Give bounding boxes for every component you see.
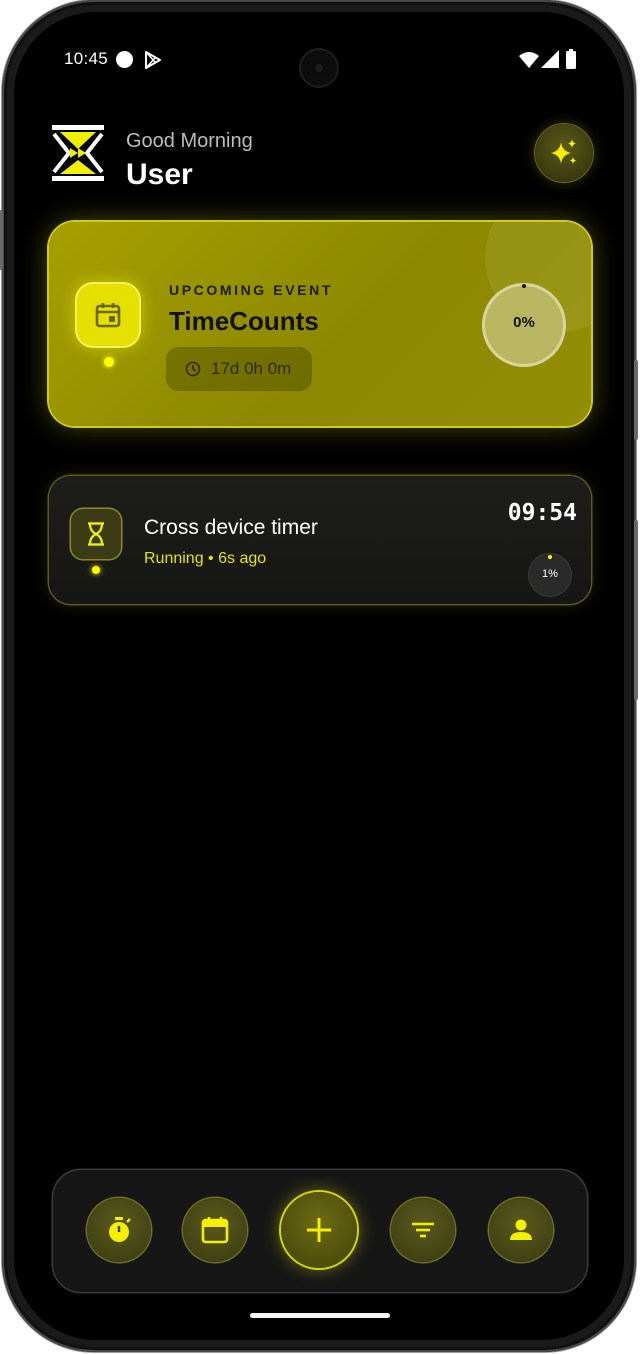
phone-frame: 10:45 Good Morning User UPCOMING EVENT T… — [0, 0, 638, 1352]
username-text: User — [126, 158, 193, 191]
timer-progress-text: 1% — [542, 568, 558, 580]
timer-title: Cross device timer — [144, 516, 318, 539]
timer-status: Running • 6s ago — [144, 550, 267, 567]
play-store-icon — [145, 51, 161, 69]
progress-marker — [522, 284, 526, 288]
profile-icon — [510, 1219, 532, 1240]
hourglass-icon — [88, 522, 104, 546]
nav-calendar-button[interactable] — [183, 1198, 247, 1262]
signal-icon — [541, 50, 559, 68]
stopwatch-icon — [109, 1217, 131, 1242]
wifi-icon — [519, 52, 539, 68]
timer-time: 09:54 — [507, 500, 577, 526]
power-button — [634, 360, 638, 440]
add-icon — [307, 1218, 331, 1242]
event-icon-box — [77, 284, 139, 346]
side-button — [0, 210, 3, 270]
event-label: UPCOMING EVENT — [169, 282, 333, 298]
screen: 10:45 Good Morning User UPCOMING EVENT T… — [14, 12, 624, 1340]
app-logo-icon — [52, 125, 104, 181]
clock-icon — [185, 361, 201, 377]
calendar-icon — [95, 303, 121, 328]
ai-assistant-button[interactable] — [535, 124, 593, 182]
event-title: TimeCounts — [169, 306, 319, 336]
nav-filter-button[interactable] — [391, 1198, 455, 1262]
nav-add-button[interactable] — [281, 1192, 357, 1268]
timer-indicator-dot — [92, 566, 100, 574]
timer-icon-box — [71, 509, 121, 559]
status-bar: 10:45 — [14, 12, 624, 86]
battery-icon — [566, 49, 576, 69]
timer-progress-ring: 1% — [529, 554, 571, 596]
volume-button — [634, 520, 638, 700]
sparkle-icon — [551, 139, 577, 164]
progress-marker — [548, 555, 552, 559]
home-indicator[interactable] — [250, 1313, 390, 1318]
timer-card[interactable]: Cross device timer Running • 6s ago 09:5… — [49, 476, 591, 604]
notification-dot-icon — [116, 51, 133, 68]
event-countdown-text: 17d 0h 0m — [211, 359, 292, 378]
status-time: 10:45 — [64, 49, 109, 68]
calendar-icon — [201, 1217, 229, 1244]
greeting-text: Good Morning — [126, 130, 253, 152]
event-countdown-chip: 17d 0h 0m — [167, 348, 311, 390]
nav-stopwatch-button[interactable] — [87, 1198, 151, 1262]
event-progress-ring: 0% — [485, 284, 563, 364]
front-camera — [301, 50, 337, 86]
event-progress-text: 0% — [513, 314, 535, 331]
bottom-nav — [53, 1170, 587, 1292]
filter-icon — [412, 1222, 434, 1238]
upcoming-event-card[interactable]: UPCOMING EVENT TimeCounts 17d 0h 0m 0% — [49, 222, 591, 426]
nav-profile-button[interactable] — [489, 1198, 553, 1262]
event-indicator-dot — [104, 357, 114, 367]
